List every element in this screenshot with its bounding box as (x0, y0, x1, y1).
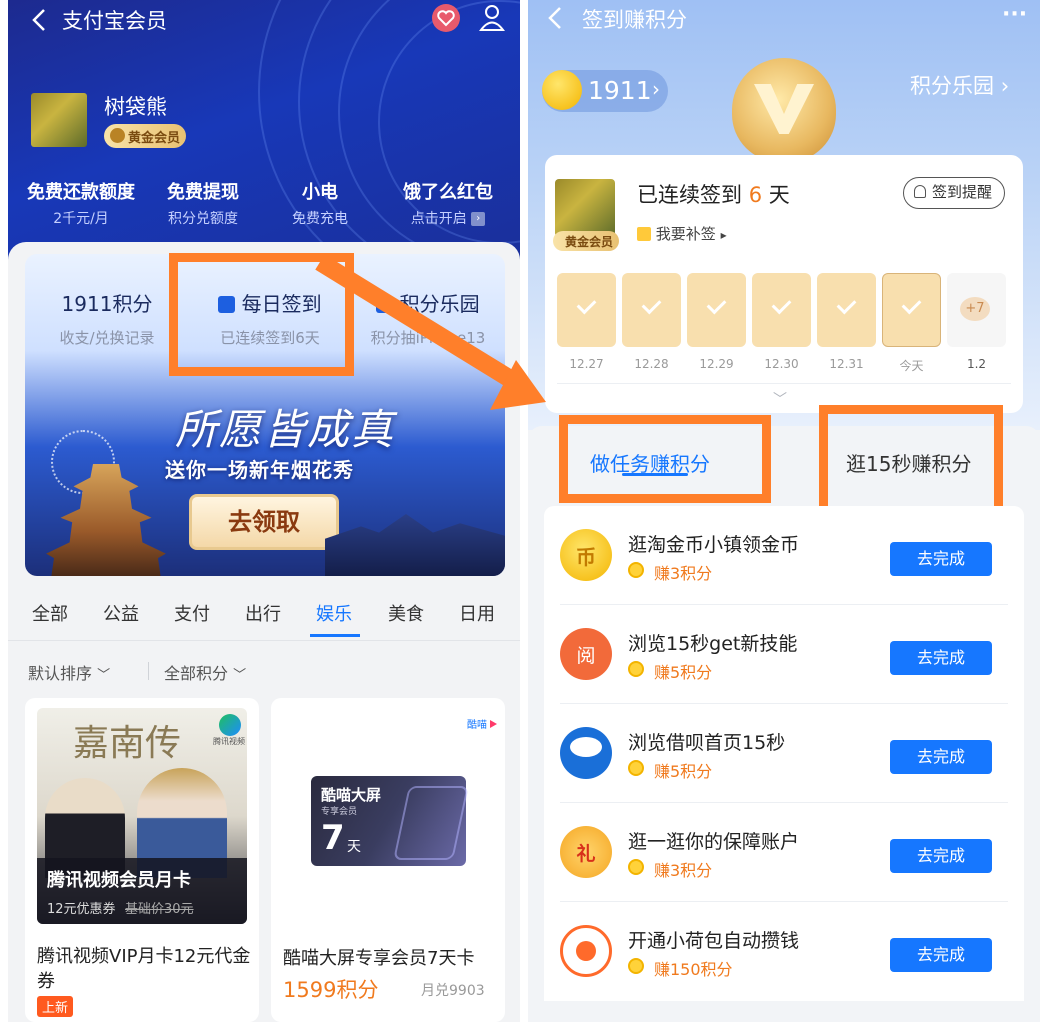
orange-arrow-annotation (315, 254, 546, 410)
